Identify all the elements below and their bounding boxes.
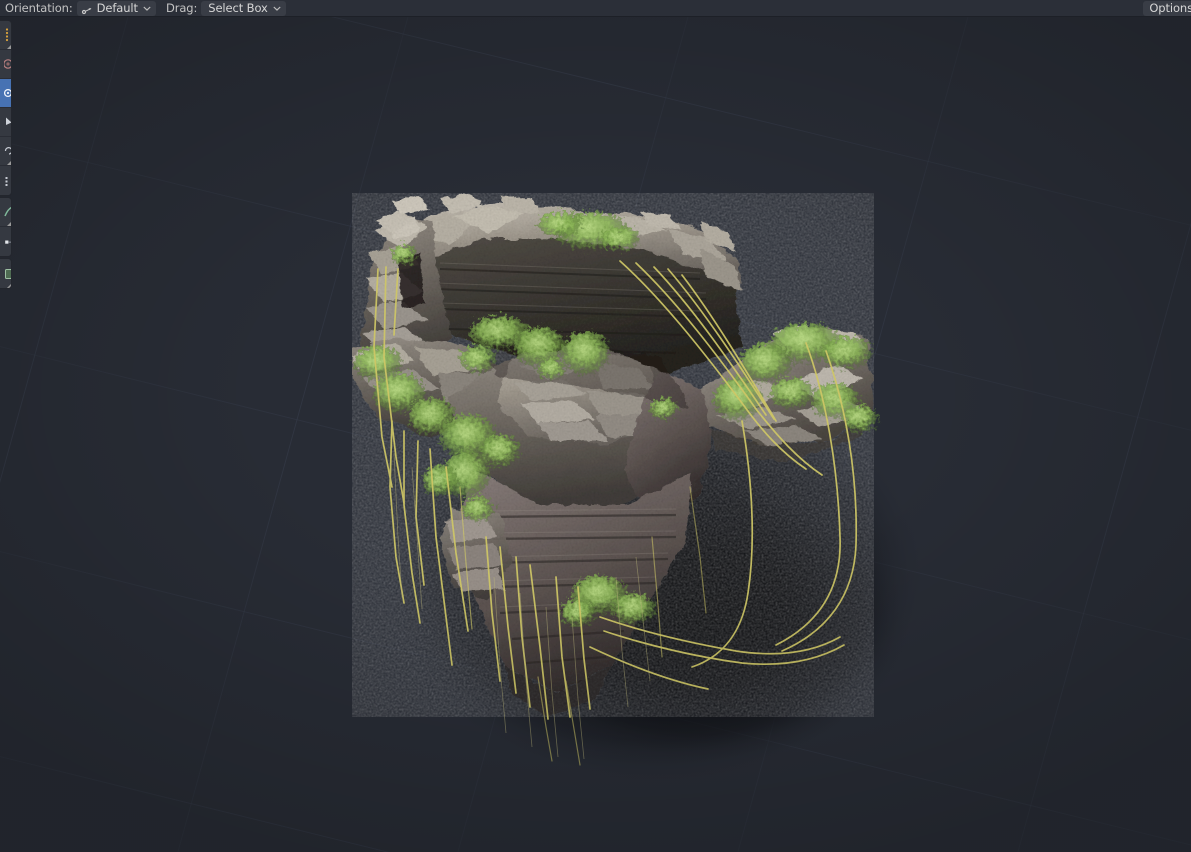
chevron-down-icon-2 (273, 1, 282, 16)
chevron-down-icon (143, 1, 152, 16)
3d-viewport-canvas[interactable] (0, 17, 1191, 852)
options-button[interactable]: Options (1143, 0, 1191, 16)
sidebar-item-move-tool[interactable] (0, 108, 11, 137)
sidebar-item-tweak-select-tool[interactable] (0, 21, 11, 50)
orientation-gizmo-icon (80, 2, 93, 15)
tool-submenu-corner-icon-2 (7, 161, 11, 165)
blender-viewport-window: Orientation: Default Drag: Select Box Op… (0, 0, 1191, 852)
drag-label: Drag: (165, 0, 198, 15)
tool-group-annotate (0, 197, 12, 257)
options-label: Options (1149, 0, 1191, 15)
drag-value: Select Box (208, 0, 268, 15)
orientation-dropdown[interactable]: Default (76, 0, 156, 16)
tool-submenu-corner-icon-4 (7, 284, 11, 288)
stone-ruin-model[interactable] (0, 17, 1191, 852)
tool-submenu-corner-icon (7, 45, 11, 49)
viewport-header-bar: Orientation: Default Drag: Select Box Op… (0, 0, 1191, 17)
orientation-value: Default (96, 0, 138, 15)
viewport-toolbar (0, 20, 12, 289)
sidebar-item-measure-tool[interactable] (0, 227, 11, 256)
tool-group-select (0, 20, 12, 196)
sidebar-item-select-box-tool[interactable] (0, 50, 11, 79)
drag-dropdown[interactable]: Select Box (201, 0, 286, 16)
sidebar-item-rotate-tool[interactable] (0, 137, 11, 166)
orientation-label: Orientation: (5, 0, 73, 15)
sidebar-item-add-cube-tool[interactable] (0, 259, 11, 288)
sidebar-item-scale-tool[interactable] (0, 166, 11, 195)
tool-group-add (0, 258, 12, 289)
sidebar-item-cursor-tool[interactable] (0, 79, 11, 108)
tool-submenu-corner-icon-3 (7, 222, 11, 226)
sidebar-item-annotate-tool[interactable] (0, 198, 11, 227)
